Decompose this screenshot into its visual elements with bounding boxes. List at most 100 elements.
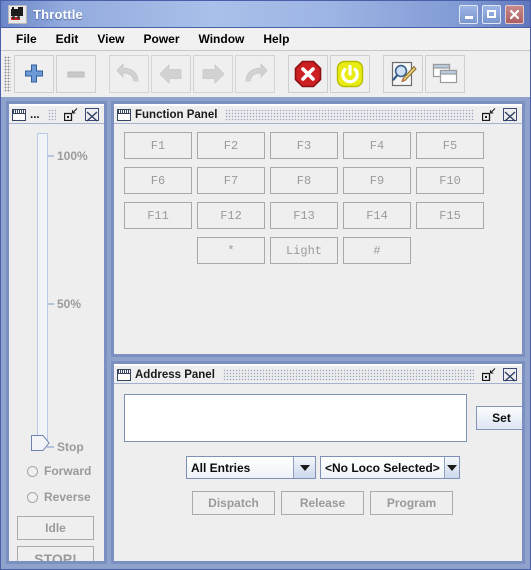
function-button-f13[interactable]: F13 [270, 202, 338, 229]
menubar: File Edit View Power Window Help [1, 28, 530, 51]
function-panel-body: F1 F2 F3 F4 F5 F6 F7 F8 F9 F10 F11 F12 F… [114, 124, 522, 354]
function-panel-close-button[interactable] [503, 108, 517, 122]
emergency-stop-button[interactable] [288, 55, 328, 93]
edit-roster-button[interactable] [383, 55, 423, 93]
maximize-button[interactable] [482, 4, 501, 24]
idle-button[interactable]: Idle [17, 516, 94, 540]
windows-stack-icon [432, 63, 458, 84]
window-titlebar[interactable]: Throttle [1, 1, 530, 28]
right-arrow-icon [202, 64, 225, 84]
menu-power[interactable]: Power [134, 30, 188, 48]
close-icon [86, 111, 98, 122]
plus-icon [25, 64, 43, 83]
maximize-icon [481, 368, 496, 382]
function-panel-frame: Function Panel F1 F2 F3 F4 F5 F6 F7 F8 F… [111, 101, 525, 357]
slider-thumb-icon [31, 435, 50, 451]
function-button-f2[interactable]: F2 [197, 132, 265, 159]
address-panel-buttons [481, 368, 519, 382]
chevron-down-icon[interactable] [293, 457, 315, 478]
function-button-f6[interactable]: F6 [124, 167, 192, 194]
throttle-frame-close-button[interactable] [85, 108, 99, 122]
address-input[interactable] [124, 394, 467, 442]
throttle-frame-drag-area[interactable] [47, 108, 56, 121]
function-button-light[interactable]: Light [270, 237, 338, 264]
throttle-frame-titlebar[interactable]: ... [9, 104, 104, 124]
function-panel-titlebar[interactable]: Function Panel [114, 104, 522, 124]
release-button[interactable]: Release [281, 491, 364, 515]
address-panel-frame: Address Panel Set All Entries <No Loco S… [111, 361, 525, 564]
radio-icon [27, 465, 38, 477]
roster-filter-dropdown[interactable]: All Entries [186, 456, 316, 479]
direction-reverse-label: Reverse [44, 490, 91, 504]
speed-slider-thumb[interactable] [31, 435, 50, 451]
program-button[interactable]: Program [370, 491, 453, 515]
power-icon [336, 60, 364, 88]
desktop-pane: ... 100% 50% Stop Forward Reverse Idle S… [1, 97, 530, 569]
menu-file[interactable]: File [7, 30, 46, 48]
redo-button [235, 55, 275, 93]
loco-selector-dropdown[interactable]: <No Loco Selected> [320, 456, 460, 479]
direction-reverse-radio[interactable]: Reverse [27, 490, 91, 504]
toolbar-separator-3 [377, 57, 378, 91]
function-button-hash[interactable]: # [343, 237, 411, 264]
function-button-f8[interactable]: F8 [270, 167, 338, 194]
frame-icon [117, 108, 131, 121]
minus-icon [67, 71, 85, 78]
throttle-speed-frame: ... 100% 50% Stop Forward Reverse Idle S… [6, 101, 107, 564]
address-panel-close-button[interactable] [503, 368, 517, 382]
menu-help[interactable]: Help [254, 30, 298, 48]
set-address-button[interactable]: Set [476, 406, 522, 430]
function-panel-maximize-button[interactable] [481, 108, 496, 122]
remove-throttle-button [56, 55, 96, 93]
stop-octagon-icon [294, 60, 322, 88]
toolbar-drag-handle[interactable] [4, 56, 11, 92]
direction-forward-label: Forward [44, 464, 92, 478]
function-button-f10[interactable]: F10 [416, 167, 484, 194]
maximize-icon [63, 108, 78, 122]
function-button-f15[interactable]: F15 [416, 202, 484, 229]
chevron-down-icon[interactable] [443, 457, 459, 478]
menu-view[interactable]: View [88, 30, 133, 48]
previous-button [151, 55, 191, 93]
direction-forward-radio[interactable]: Forward [27, 464, 91, 478]
radio-icon [27, 491, 38, 503]
roster-filter-value: All Entries [187, 457, 293, 478]
function-button-f14[interactable]: F14 [343, 202, 411, 229]
throttle-frame-buttons [63, 108, 101, 122]
toolbar [1, 51, 530, 98]
function-button-f11[interactable]: F11 [124, 202, 192, 229]
address-panel-drag-area[interactable] [222, 368, 474, 381]
slider-tick-100: 100% [47, 149, 88, 163]
frame-icon [12, 108, 26, 121]
function-button-f3[interactable]: F3 [270, 132, 338, 159]
function-button-f5[interactable]: F5 [416, 132, 484, 159]
address-panel-maximize-button[interactable] [481, 368, 496, 382]
menu-window[interactable]: Window [190, 30, 254, 48]
address-panel-title: Address Panel [135, 368, 215, 381]
toolbar-separator-2 [282, 57, 283, 91]
function-button-f9[interactable]: F9 [343, 167, 411, 194]
stop-button[interactable]: STOP! [17, 546, 94, 561]
close-icon [509, 9, 520, 19]
windows-button[interactable] [425, 55, 465, 93]
minimize-button[interactable] [459, 4, 478, 24]
function-button-f1[interactable]: F1 [124, 132, 192, 159]
function-panel-drag-area[interactable] [225, 108, 474, 121]
dispatch-button[interactable]: Dispatch [192, 491, 275, 515]
function-button-f7[interactable]: F7 [197, 167, 265, 194]
function-panel-title: Function Panel [135, 108, 218, 121]
next-button [193, 55, 233, 93]
address-panel-titlebar[interactable]: Address Panel [114, 364, 522, 384]
function-button-star[interactable]: * [197, 237, 265, 264]
menu-edit[interactable]: Edit [47, 30, 88, 48]
close-button[interactable] [505, 4, 524, 24]
speed-slider-track[interactable] [37, 133, 48, 445]
slider-tick-50: 50% [47, 297, 81, 311]
function-panel-buttons [481, 108, 519, 122]
add-throttle-button[interactable] [14, 55, 54, 93]
power-button[interactable] [330, 55, 370, 93]
function-button-f12[interactable]: F12 [197, 202, 265, 229]
throttle-frame-body: 100% 50% Stop Forward Reverse Idle STOP! [9, 124, 104, 561]
function-button-f4[interactable]: F4 [343, 132, 411, 159]
throttle-frame-maximize-button[interactable] [63, 108, 78, 122]
